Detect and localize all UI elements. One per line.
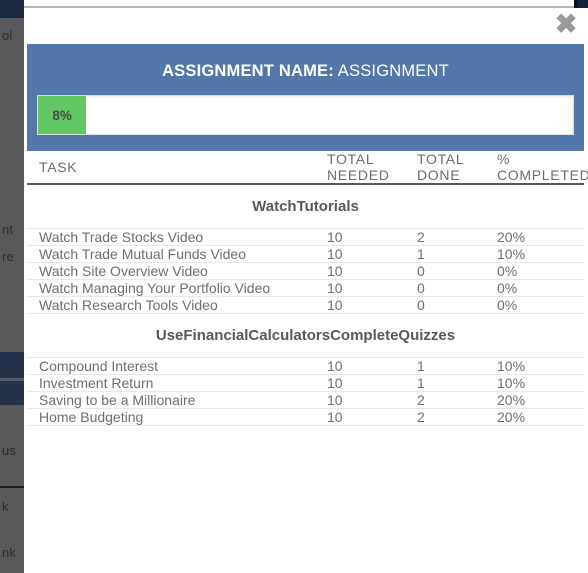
progress-bar-track: 8% bbox=[37, 95, 574, 135]
task-name: Saving to be a Millionaire bbox=[27, 391, 327, 409]
task-total-needed: 10 bbox=[327, 357, 417, 375]
table-row: Compound Interest 10 1 10% bbox=[27, 357, 584, 375]
task-group-header-row: WatchTutorials bbox=[27, 184, 584, 229]
task-total-done: 0 bbox=[417, 262, 497, 280]
task-total-done: 0 bbox=[417, 279, 497, 297]
table-row: Watch Site Overview Video 10 0 0% bbox=[27, 262, 584, 280]
task-total-done: 0 bbox=[417, 296, 497, 314]
task-name: Investment Return bbox=[27, 374, 327, 392]
background-text-fragment: nk bbox=[2, 545, 17, 560]
table-row: Saving to be a Millionaire 10 2 20% bbox=[27, 391, 584, 409]
background-sidebar-divider bbox=[0, 486, 24, 488]
column-header-percent-completed: % COMPLETED bbox=[497, 151, 588, 185]
task-name: Watch Trade Mutual Funds Video bbox=[27, 245, 327, 263]
task-total-needed: 10 bbox=[327, 245, 417, 263]
column-header-total-needed: TOTAL NEEDED bbox=[327, 151, 417, 185]
assignment-name-label: ASSIGNMENT NAME: bbox=[162, 62, 334, 80]
task-total-needed: 10 bbox=[327, 408, 417, 426]
table-row: Watch Research Tools Video 10 0 0% bbox=[27, 296, 584, 314]
table-header-row: TASK TOTAL NEEDED TOTAL DONE % COMPLETED bbox=[27, 151, 588, 185]
table-row: Watch Trade Mutual Funds Video 10 1 10% bbox=[27, 245, 584, 263]
table-row: Home Budgeting 10 2 20% bbox=[27, 408, 584, 426]
table-row: Watch Trade Stocks Video 10 2 20% bbox=[27, 228, 584, 246]
task-group-header-row: UseFinancialCalculatorsCompleteQuizzes bbox=[27, 313, 584, 358]
task-name: Watch Trade Stocks Video bbox=[27, 228, 327, 246]
table-row: Watch Managing Your Portfolio Video 10 0 0% bbox=[27, 279, 584, 297]
task-percent-completed: 10% bbox=[497, 357, 584, 375]
task-name: Home Budgeting bbox=[27, 408, 327, 426]
task-progress-table: TASK TOTAL NEEDED TOTAL DONE % COMPLETED… bbox=[27, 151, 588, 426]
background-navbar bbox=[0, 0, 24, 18]
task-total-done: 2 bbox=[417, 391, 497, 409]
modal-body: TASK TOTAL NEEDED TOTAL DONE % COMPLETED… bbox=[24, 151, 588, 426]
task-percent-completed: 20% bbox=[497, 228, 584, 246]
modal-topbar: ✖ bbox=[24, 8, 588, 44]
background-text-fragment: in bbox=[2, 363, 13, 378]
task-name: Watch Research Tools Video bbox=[27, 296, 327, 314]
assignment-name-value: ASSIGNMENT bbox=[333, 62, 449, 80]
task-percent-completed: 0% bbox=[497, 296, 584, 314]
background-text-fragment: nt bbox=[2, 392, 14, 407]
task-percent-completed: 10% bbox=[497, 245, 584, 263]
background-text-fragment: nt bbox=[2, 222, 14, 237]
task-total-done: 1 bbox=[417, 245, 497, 263]
task-group-title: WatchTutorials bbox=[27, 184, 584, 229]
task-total-needed: 10 bbox=[327, 296, 417, 314]
table-header: TASK TOTAL NEEDED TOTAL DONE % COMPLETED bbox=[27, 151, 588, 185]
task-total-done: 2 bbox=[417, 228, 497, 246]
background-sidebar bbox=[0, 18, 24, 573]
table-row: Investment Return 10 1 10% bbox=[27, 374, 584, 392]
background-text-fragment: ol bbox=[2, 28, 13, 43]
task-total-done: 2 bbox=[417, 408, 497, 426]
close-icon[interactable]: ✖ bbox=[552, 10, 580, 38]
background-text-fragment: re bbox=[2, 249, 14, 264]
column-header-total-done: TOTAL DONE bbox=[417, 151, 497, 185]
task-name: Watch Managing Your Portfolio Video bbox=[27, 279, 327, 297]
task-total-done: 1 bbox=[417, 357, 497, 375]
task-total-done: 1 bbox=[417, 374, 497, 392]
task-percent-completed: 0% bbox=[497, 279, 584, 297]
task-total-needed: 10 bbox=[327, 391, 417, 409]
task-total-needed: 10 bbox=[327, 262, 417, 280]
page-title: ASSIGNMENT NAME: ASSIGNMENT bbox=[37, 62, 574, 81]
task-group-title: UseFinancialCalculatorsCompleteQuizzes bbox=[27, 313, 584, 358]
task-percent-completed: 20% bbox=[497, 408, 584, 426]
modal-header: ASSIGNMENT NAME: ASSIGNMENT 8% bbox=[27, 44, 584, 151]
task-percent-completed: 10% bbox=[497, 374, 584, 392]
task-name: Watch Site Overview Video bbox=[27, 262, 327, 280]
progress-bar-fill: 8% bbox=[38, 96, 87, 134]
assignment-progress-modal: ✖ ASSIGNMENT NAME: ASSIGNMENT 8% TASK TO… bbox=[24, 8, 588, 573]
column-header-task: TASK bbox=[27, 151, 327, 185]
task-percent-completed: 0% bbox=[497, 262, 584, 280]
task-name: Compound Interest bbox=[27, 357, 327, 375]
table-body: WatchTutorials Watch Trade Stocks Video 10… bbox=[27, 184, 584, 426]
background-text-fragment: k bbox=[2, 499, 9, 514]
task-percent-completed: 20% bbox=[497, 391, 584, 409]
task-total-needed: 10 bbox=[327, 228, 417, 246]
background-text-fragment: us bbox=[2, 443, 17, 458]
task-total-needed: 10 bbox=[327, 279, 417, 297]
task-total-needed: 10 bbox=[327, 374, 417, 392]
